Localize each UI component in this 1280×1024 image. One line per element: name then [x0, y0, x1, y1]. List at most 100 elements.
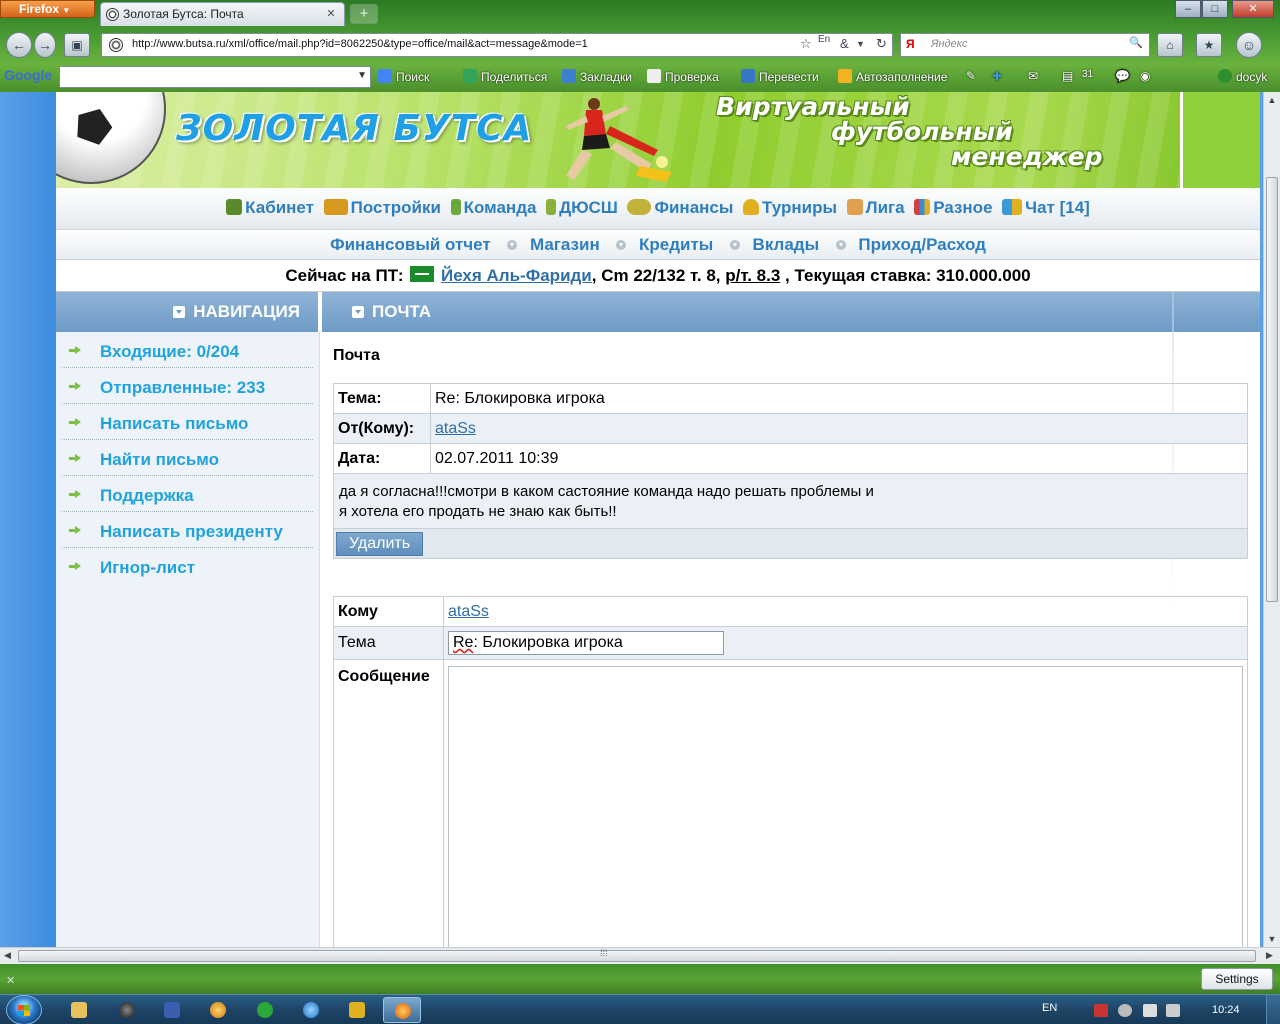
nav-find-message[interactable]: Найти письмо: [62, 440, 313, 476]
home-button[interactable]: ⌂: [1157, 33, 1183, 57]
nav-support[interactable]: Поддержка: [62, 476, 313, 512]
nav-chat[interactable]: Чат [14]: [1002, 198, 1090, 217]
dropdown-arrow-icon[interactable]: ▼: [856, 39, 865, 49]
horizontal-scrollbar[interactable]: ◀ ⁞⁞⁞ ▶: [0, 947, 1280, 964]
back-button[interactable]: ←: [6, 32, 32, 58]
subject-input[interactable]: Re: Блокировка игрока: [448, 631, 724, 655]
vertical-scroll-thumb[interactable]: [1266, 177, 1278, 602]
scroll-down-icon[interactable]: ▼: [1264, 931, 1280, 947]
spellcheck-button[interactable]: Проверка: [647, 69, 719, 84]
search-icon[interactable]: 🔍: [1129, 36, 1143, 49]
player-link[interactable]: Йехя Аль-Фариди: [441, 266, 592, 285]
nav-misc[interactable]: Разное: [914, 198, 993, 217]
taskbar-aimp[interactable]: [199, 997, 237, 1023]
translate-button[interactable]: Перевести: [741, 69, 819, 84]
nav-buildings[interactable]: Постройки: [323, 198, 441, 217]
player-icon: [450, 199, 461, 215]
vertical-scrollbar[interactable]: ▲ ▼: [1263, 92, 1280, 947]
address-bar[interactable]: http://www.butsa.ru/xml/office/mail.php?…: [101, 33, 893, 57]
nav-team[interactable]: Команда: [450, 198, 536, 217]
addon-smiley-button[interactable]: ☺: [1236, 32, 1262, 58]
nav-league[interactable]: Лига: [846, 198, 905, 217]
nav-cabinet[interactable]: Кабинет: [226, 198, 314, 217]
delete-button[interactable]: Удалить: [336, 531, 424, 556]
sender-link[interactable]: ataSs: [435, 420, 476, 437]
chat-icon[interactable]: 💬: [1115, 69, 1130, 83]
green-arrow-icon: [69, 418, 81, 426]
scroll-right-icon[interactable]: ▶: [1266, 950, 1273, 961]
update-tray-icon[interactable]: [1118, 1004, 1132, 1017]
chart-icon: [914, 199, 931, 215]
nav-ignore-list[interactable]: Игнор-лист: [62, 548, 313, 584]
docs-icon[interactable]: ▤: [1062, 69, 1073, 83]
scroll-left-icon[interactable]: ◀: [4, 950, 11, 961]
app-icon: [349, 1002, 365, 1018]
subnav-financial-report[interactable]: Финансовый отчет: [330, 235, 491, 254]
security-tray-icon[interactable]: [1094, 1004, 1108, 1017]
nav-write-president[interactable]: Написать президенту: [62, 512, 313, 548]
nav-sent[interactable]: Отправленные: 233: [62, 368, 313, 404]
bookmarks-menu-button[interactable]: ★: [1196, 33, 1222, 57]
firefox-menu-button[interactable]: Firefox ▼: [0, 0, 95, 18]
taskbar-firefox[interactable]: [383, 997, 421, 1023]
forward-button[interactable]: →: [34, 32, 56, 58]
page-icon-button[interactable]: ▣: [64, 33, 90, 57]
scroll-up-icon[interactable]: ▲: [1264, 92, 1280, 108]
subnav-shop[interactable]: Магазин: [530, 235, 600, 254]
saudi-flag-icon: [410, 266, 435, 282]
subnav-income-expense[interactable]: Приход/Расход: [858, 235, 986, 254]
taskbar-ie[interactable]: [292, 997, 330, 1023]
calendar-icon[interactable]: 31: [1082, 69, 1093, 80]
network-tray-icon[interactable]: [1143, 1004, 1157, 1017]
message-textarea[interactable]: [448, 666, 1243, 947]
clock[interactable]: 10:24: [1212, 1004, 1240, 1016]
share-button[interactable]: Поделиться: [463, 69, 547, 84]
language-icon[interactable]: En: [818, 34, 830, 45]
sidewiki-icon[interactable]: ◉: [1140, 69, 1150, 83]
taskbar-app[interactable]: [338, 997, 376, 1023]
close-addon-bar-icon[interactable]: ✕: [6, 974, 15, 987]
user-account[interactable]: docyk: [1218, 69, 1267, 84]
close-window-button[interactable]: ✕: [1232, 0, 1274, 18]
collapse-arrow-icon[interactable]: [352, 306, 364, 318]
autofill-button[interactable]: Автозаполнение: [838, 69, 947, 84]
nav-compose[interactable]: Написать письмо: [62, 404, 313, 440]
maximize-window-button[interactable]: □: [1202, 0, 1228, 18]
horizontal-scroll-thumb[interactable]: [18, 950, 1256, 962]
bookmark-star-icon[interactable]: ☆: [800, 36, 812, 52]
settings-button[interactable]: Settings: [1201, 968, 1273, 990]
bookmarks-button[interactable]: Закладки: [562, 69, 632, 84]
taskbar-utorrent[interactable]: [246, 997, 284, 1023]
language-indicator[interactable]: EN: [1042, 1002, 1057, 1014]
nav-youth-school[interactable]: ДЮСШ: [546, 198, 618, 217]
pencil-tool-icon[interactable]: ✎: [966, 69, 976, 83]
search-bar[interactable]: Я Яндекс 🔍: [900, 33, 1150, 57]
recipient-link[interactable]: ataSs: [448, 603, 489, 620]
dropdown-arrow-icon[interactable]: ▼: [357, 70, 367, 81]
start-button[interactable]: [6, 995, 42, 1024]
google-search-button[interactable]: Поиск: [378, 69, 429, 84]
show-desktop-button[interactable]: [1266, 995, 1280, 1024]
taskbar-media[interactable]: [108, 997, 146, 1023]
reload-icon[interactable]: ↻: [876, 36, 887, 52]
chat-icon: [1002, 199, 1023, 215]
subnav-deposits[interactable]: Вклады: [753, 235, 820, 254]
nav-inbox[interactable]: Входящие: 0/204: [62, 332, 313, 368]
nav-finance[interactable]: Финансы: [627, 198, 733, 217]
subnav-credits[interactable]: Кредиты: [639, 235, 713, 254]
ampersand-icon[interactable]: &: [840, 36, 849, 51]
minimize-window-button[interactable]: –: [1175, 0, 1201, 18]
close-tab-icon[interactable]: ✕: [324, 7, 338, 21]
collapse-arrow-icon[interactable]: [173, 306, 186, 318]
add-button-icon[interactable]: ✚: [992, 69, 1002, 83]
gmail-icon[interactable]: ✉: [1028, 69, 1038, 83]
browser-tab[interactable]: Золотая Бутса: Почта ✕: [100, 2, 345, 26]
taskbar-disk[interactable]: [153, 997, 191, 1023]
nav-tournaments[interactable]: Турниры: [743, 198, 837, 217]
new-tab-button[interactable]: +: [350, 4, 378, 24]
taskbar-explorer[interactable]: [60, 997, 98, 1023]
volume-tray-icon[interactable]: [1166, 1004, 1180, 1017]
google-search-input[interactable]: ▼: [59, 66, 371, 88]
site-logo-title[interactable]: ЗОЛОТАЯ БУТСА: [176, 108, 532, 149]
rating-link[interactable]: р/т. 8.3: [725, 266, 780, 285]
